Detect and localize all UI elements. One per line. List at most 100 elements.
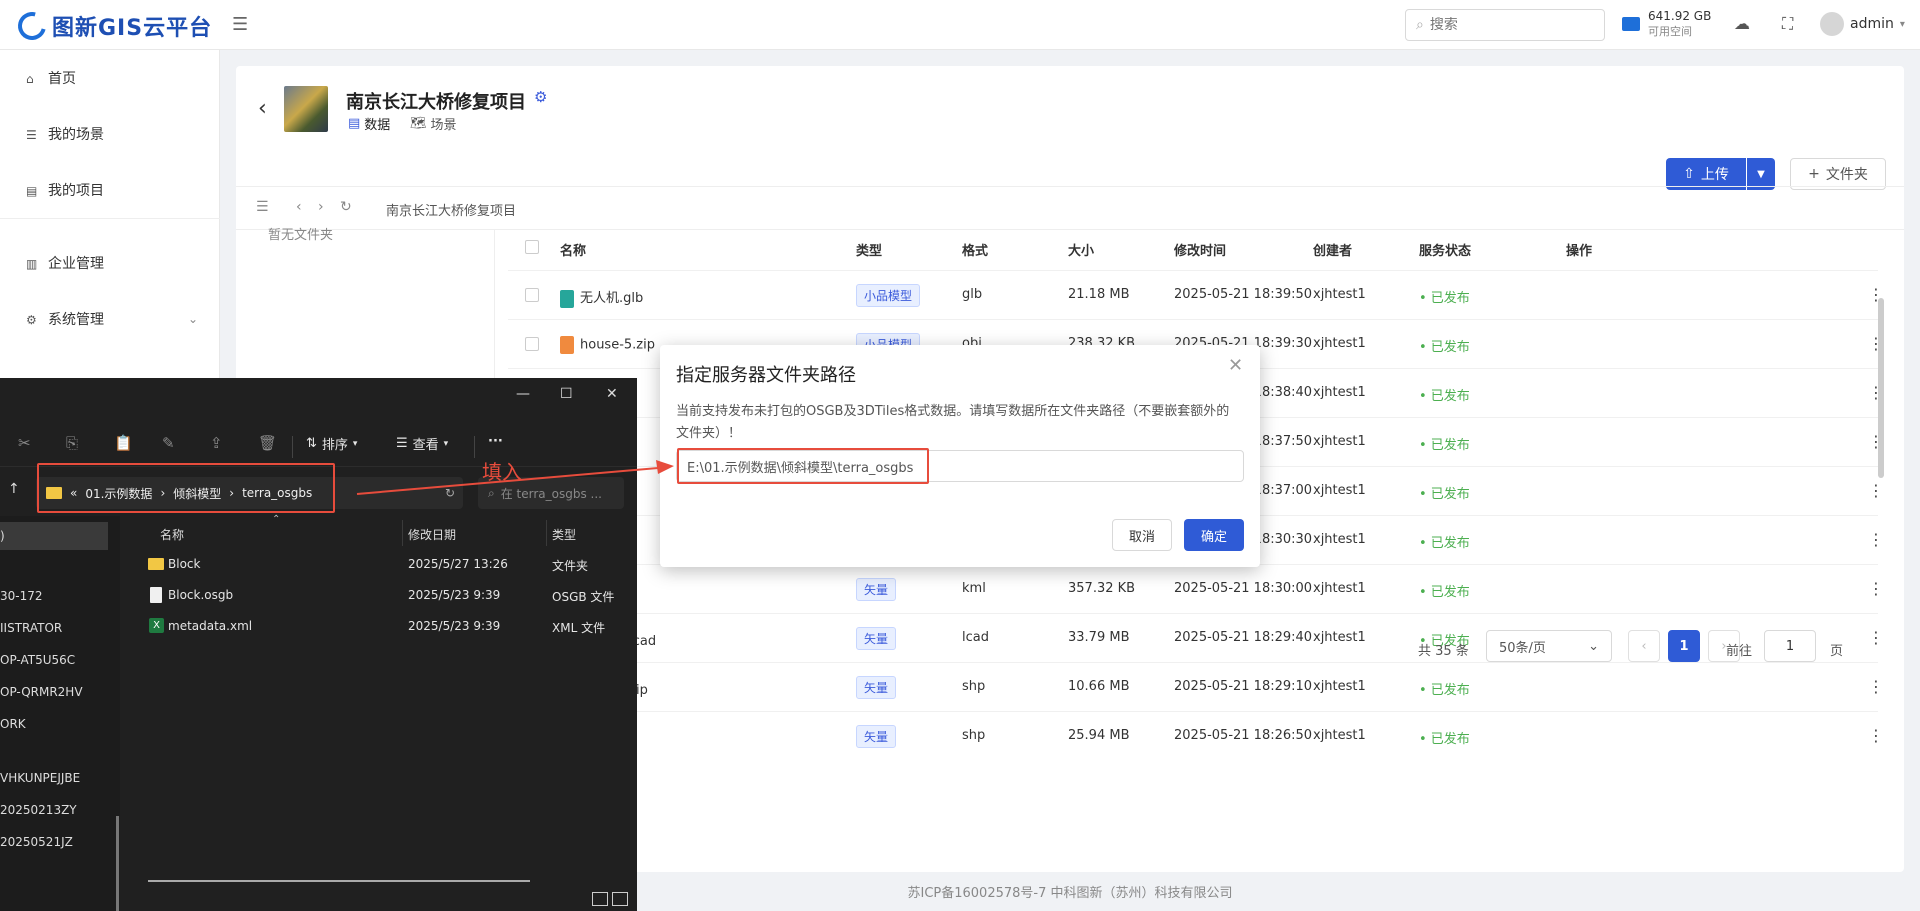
avatar — [1820, 12, 1844, 36]
column-separator[interactable] — [546, 520, 547, 546]
home-icon: ⌂ — [26, 72, 34, 86]
fullscreen-icon[interactable]: ⛶ — [1782, 14, 1793, 34]
more-actions-icon[interactable]: ⋮ — [1868, 530, 1884, 549]
tiles-view-icon[interactable] — [612, 892, 628, 906]
page-size-value: 50条/页 — [1499, 640, 1546, 656]
explorer-file-row[interactable]: Block.osgb 2025/5/23 9:39 OSGB 文件 — [148, 583, 628, 609]
horizontal-scrollbar[interactable] — [148, 880, 530, 882]
sidebar-item-my-projects[interactable]: ▤ 我的项目 — [0, 162, 220, 218]
maximize-icon[interactable]: ☐ — [560, 386, 573, 402]
logo[interactable]: 图新GIS云平台 — [12, 6, 212, 46]
back-arrow-icon[interactable]: ‹ — [258, 96, 267, 121]
select-all-checkbox[interactable] — [525, 240, 539, 254]
sidebar-item-my-scenes[interactable]: ☰ 我的场景 — [0, 106, 220, 162]
nav-pane-item[interactable]: OP-QRMR2HV — [0, 685, 83, 699]
more-actions-icon[interactable]: ⋮ — [1868, 726, 1884, 745]
nav-pane-item[interactable]: VHKUNPEJJBE — [0, 771, 80, 785]
ex-col-type[interactable]: 类型 — [552, 526, 576, 543]
delete-icon[interactable]: 🗑 — [258, 434, 277, 452]
sidebar-item-system[interactable]: ⚙ 系统管理 ⌄ — [0, 291, 220, 347]
nav-pane-item[interactable]: 30-172 — [0, 589, 43, 603]
annotation-highlight-address — [37, 463, 335, 513]
col-time: 修改时间 — [1174, 244, 1227, 259]
sidebar-item-label: 首页 — [48, 71, 76, 87]
more-actions-icon[interactable]: ⋮ — [1868, 677, 1884, 696]
table-row[interactable]: 筑轮廓数据.zip矢量shp10.66 MB2025-05-21 18:29:1… — [508, 662, 1884, 711]
cloud-upload-icon[interactable]: ☁ — [1734, 14, 1750, 33]
details-view-icon[interactable] — [592, 892, 608, 906]
view-button[interactable]: ☰ 查看 ▾ — [396, 434, 448, 453]
building-icon: ▥ — [26, 257, 38, 271]
chevron-down-icon: ⌄ — [1588, 638, 1599, 654]
sidebar-item-home[interactable]: ⌂ 首页 — [0, 50, 220, 106]
size-cell: 33.79 MB — [1068, 630, 1130, 645]
refresh-icon[interactable]: ↻ — [340, 199, 352, 215]
nav-pane-item[interactable]: ORK — [0, 717, 26, 731]
nav-pane-item[interactable]: 20250213ZY — [0, 803, 77, 817]
nav-pane-item[interactable]: IISTRATOR — [0, 621, 62, 635]
nav-pane-scrollbar[interactable] — [116, 816, 119, 911]
minimize-icon[interactable]: — — [516, 386, 530, 402]
more-actions-icon[interactable]: ⋮ — [1868, 481, 1884, 500]
up-arrow-icon[interactable]: ↑ — [8, 481, 20, 497]
annotation-label: 填入 — [482, 460, 522, 484]
gear-icon[interactable]: ⚙ — [534, 88, 547, 106]
cancel-button[interactable]: 取消 — [1112, 519, 1172, 551]
nav-pane-item[interactable]: 20250521JZ — [0, 835, 73, 849]
nav-back-icon[interactable]: ‹ — [296, 199, 302, 215]
list-view-icon[interactable]: ☰ — [256, 199, 269, 215]
rename-icon[interactable]: ✎ — [162, 434, 175, 452]
menu-toggle-icon[interactable]: ☰ — [232, 14, 248, 35]
column-separator[interactable] — [402, 520, 403, 546]
tab-scene[interactable]: 🗺 场景 — [410, 114, 457, 133]
navigation-pane: ) 30-172 IISTRATOR OP-AT5U56C OP-QRMR2HV… — [0, 516, 120, 911]
nav-pane-item[interactable]: OP-AT5U56C — [0, 653, 75, 667]
sort-button[interactable]: ⇅ 排序 ▾ — [306, 434, 357, 453]
prev-page-button[interactable]: ‹ — [1628, 630, 1660, 662]
table-row[interactable]: olyline.zip矢量shp25.94 MB2025-05-21 18:26… — [508, 711, 1884, 760]
share-icon[interactable]: ⇪ — [210, 434, 223, 452]
table-row[interactable]: 片.kml矢量kml357.32 KB2025-05-21 18:30:00xj… — [508, 564, 1884, 613]
storage-icon — [1622, 17, 1640, 31]
storage-info: 641.92 GB 可用空间 — [1622, 9, 1711, 39]
creator-cell: xjhtest1 — [1313, 434, 1366, 449]
row-checkbox[interactable] — [525, 288, 539, 302]
size-cell: 21.18 MB — [1068, 287, 1130, 302]
copy-icon[interactable]: ⎘ — [66, 434, 78, 452]
refresh-icon[interactable]: ↻ — [445, 486, 455, 500]
more-actions-icon[interactable]: ⋮ — [1868, 579, 1884, 598]
search-input[interactable] — [1429, 17, 1580, 33]
file-name-cell[interactable]: house-5.zip — [560, 336, 655, 354]
row-checkbox[interactable] — [525, 337, 539, 351]
search-box[interactable]: ⌕ — [1405, 9, 1605, 41]
more-button[interactable]: ··· — [488, 434, 503, 449]
more-actions-icon[interactable]: ⋮ — [1868, 628, 1884, 647]
table-row[interactable]: 无人机.glb 小品模型 glb 21.18 MB 2025-05-21 18:39:5… — [508, 270, 1884, 319]
page-size-select[interactable]: 50条/页 ⌄ — [1486, 630, 1612, 662]
confirm-button[interactable]: 确定 — [1184, 519, 1244, 551]
file-name-cell[interactable]: 无人机.glb — [560, 287, 643, 308]
explorer-file-row[interactable]: X metadata.xml 2025/5/23 9:39 XML 文件 — [148, 614, 628, 640]
file-name: Block.osgb — [168, 588, 234, 602]
close-icon[interactable]: ✕ — [1228, 355, 1243, 376]
search-icon: ⌕ — [488, 485, 495, 500]
user-menu[interactable]: admin ▾ — [1820, 12, 1905, 36]
nav-forward-icon[interactable]: › — [318, 199, 324, 215]
sort-icon: ⇅ — [306, 436, 317, 451]
project-icon: ▤ — [26, 184, 38, 198]
tab-data[interactable]: ▤ 数据 — [348, 114, 390, 133]
page-button[interactable]: 1 — [1668, 630, 1700, 662]
ex-col-date[interactable]: 修改日期 — [408, 526, 456, 543]
sidebar-item-enterprise[interactable]: ▥ 企业管理 — [0, 235, 220, 291]
file-date: 2025/5/23 9:39 — [408, 588, 501, 602]
close-icon[interactable]: ✕ — [606, 386, 618, 402]
format-cell: kml — [962, 581, 986, 596]
goto-page-input[interactable]: 1 — [1764, 630, 1816, 662]
explorer-file-row[interactable]: Block 2025/5/27 13:26 文件夹 — [148, 552, 628, 578]
cut-icon[interactable]: ✂ — [18, 434, 31, 452]
nav-pane-item[interactable]: ) — [0, 529, 5, 543]
ex-col-name[interactable]: 名称 — [160, 526, 184, 543]
paste-icon[interactable]: 📋 — [114, 434, 133, 452]
table-scrollbar[interactable] — [1878, 298, 1884, 478]
map-icon: 🗺 — [410, 116, 427, 131]
